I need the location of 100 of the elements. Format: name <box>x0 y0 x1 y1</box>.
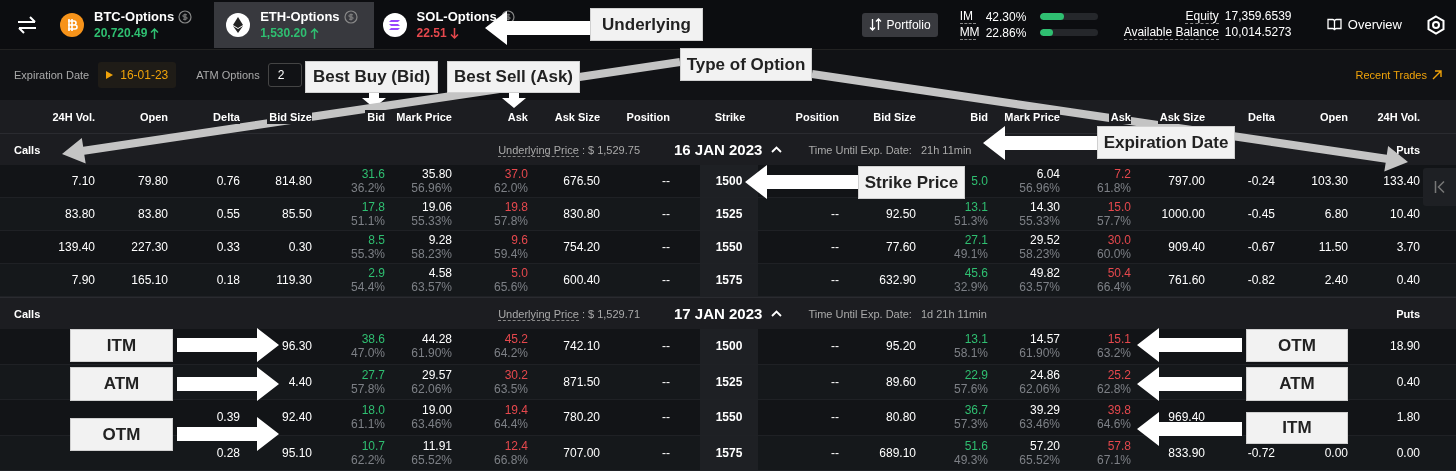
mark-price[interactable]: 44.28 <box>421 332 452 347</box>
callout-label: Underlying <box>590 8 703 41</box>
portfolio-button[interactable]: Portfolio <box>861 12 938 37</box>
callout-label: OTM <box>1246 329 1348 362</box>
table-cell: 780.20 <box>563 410 600 425</box>
mark-price[interactable]: 4.58 <box>428 266 452 280</box>
table-cell: 676.50 <box>563 174 600 188</box>
time-until-expiry-value: 1d 21h 11min <box>920 307 987 320</box>
underlying-tab[interactable]: ETH-Options 1,530.20 <box>214 1 374 48</box>
ask-price[interactable]: 15.1 <box>1107 332 1131 347</box>
column-header: Ask <box>1108 110 1131 124</box>
table-cell: 871.50 <box>563 374 600 389</box>
chevron-up-icon[interactable] <box>771 146 783 153</box>
ask-price[interactable]: 7.2 <box>1114 167 1131 181</box>
overview-button[interactable]: Overview <box>1320 16 1408 33</box>
underlying-tab[interactable]: SOL-Options 22.51 <box>379 1 531 48</box>
bid-price[interactable]: 18.0 <box>361 403 385 418</box>
coin-icon <box>60 12 84 37</box>
ask-price[interactable]: 50.4 <box>1107 266 1131 280</box>
mark-price[interactable]: 39.29 <box>1029 403 1060 418</box>
table-cell: -- <box>831 374 839 389</box>
bid-price[interactable]: 31.6 <box>361 167 385 181</box>
column-header: 24H Vol. <box>50 110 95 124</box>
mark-price[interactable]: 57.20 <box>1029 438 1060 453</box>
implied-volatility: 62.2% <box>350 452 385 467</box>
mark-price[interactable]: 29.52 <box>1029 233 1060 247</box>
bid-price[interactable]: 13.1 <box>964 332 988 347</box>
bid-price[interactable]: 5.0 <box>971 174 988 188</box>
table-cell: -0.82 <box>1247 273 1275 287</box>
puts-label: Puts <box>1396 143 1420 156</box>
bid-price[interactable]: 13.1 <box>964 200 988 214</box>
mark-price[interactable]: 9.28 <box>428 233 452 247</box>
table-cell: 4.40 <box>288 374 312 389</box>
underlying-price-label: Underlying Price <box>498 143 579 157</box>
bid-price[interactable]: 27.7 <box>361 367 385 382</box>
implied-volatility: 61.8% <box>1096 181 1131 195</box>
settings-icon[interactable] <box>1426 14 1446 35</box>
atm-options-input[interactable]: 2 <box>267 63 302 87</box>
expiration-dropdown[interactable]: 16-01-23 <box>98 62 177 88</box>
bid-price[interactable]: 8.5 <box>368 233 385 247</box>
book-icon <box>1326 18 1342 31</box>
implied-volatility: 55.33% <box>411 214 452 228</box>
underlying-price-label: Underlying Price <box>498 307 579 321</box>
table-cell: 0.39 <box>216 410 240 425</box>
underlying-price-value: : $ 1,529.71 <box>581 307 640 320</box>
mark-price[interactable]: 6.04 <box>1036 167 1060 181</box>
implied-volatility: 65.6% <box>493 280 528 294</box>
bid-price[interactable]: 17.8 <box>361 200 385 214</box>
underlying-tab[interactable]: BTC-Options 20,720.49 <box>57 1 209 48</box>
ask-price[interactable]: 39.8 <box>1107 403 1131 418</box>
bid-price[interactable]: 51.6 <box>964 438 988 453</box>
ask-price[interactable]: 19.8 <box>504 200 528 214</box>
implied-volatility: 51.3% <box>953 214 988 228</box>
mark-price[interactable]: 35.80 <box>421 167 452 181</box>
ask-price[interactable]: 30.0 <box>1107 233 1131 247</box>
bid-price[interactable]: 36.7 <box>964 403 988 418</box>
ask-price[interactable]: 45.2 <box>504 332 528 347</box>
dollar-coin-icon <box>178 9 193 24</box>
implied-volatility: 60.0% <box>1096 247 1131 261</box>
coin-icon <box>382 12 407 37</box>
bid-price[interactable]: 22.9 <box>964 367 988 382</box>
column-header: Bid Size <box>267 110 312 124</box>
implied-volatility: 62.8% <box>1096 381 1131 396</box>
callout-label: OTM <box>70 418 173 451</box>
ask-price[interactable]: 57.8 <box>1107 438 1131 453</box>
ask-price[interactable]: 30.2 <box>504 367 528 382</box>
mark-price[interactable]: 19.00 <box>421 403 452 418</box>
mark-price[interactable]: 14.30 <box>1029 200 1060 214</box>
bid-price[interactable]: 27.1 <box>964 233 988 247</box>
column-header: Mark Price <box>394 110 452 124</box>
ask-price[interactable]: 37.0 <box>504 167 528 181</box>
ask-price[interactable]: 25.2 <box>1107 367 1131 382</box>
mark-price[interactable]: 29.57 <box>421 367 452 382</box>
bid-price[interactable]: 45.6 <box>964 266 988 280</box>
bid-price[interactable]: 2.9 <box>368 266 385 280</box>
ask-price[interactable]: 15.0 <box>1107 200 1131 214</box>
implied-volatility: 66.4% <box>1096 280 1131 294</box>
mark-price[interactable]: 49.82 <box>1029 266 1060 280</box>
mark-price[interactable]: 19.06 <box>421 200 452 214</box>
table-cell: 689.10 <box>879 445 916 460</box>
ask-price[interactable]: 5.0 <box>511 266 528 280</box>
ask-price[interactable]: 12.4 <box>504 438 528 453</box>
chevron-up-icon[interactable] <box>771 310 783 317</box>
swap-icon[interactable] <box>16 15 38 34</box>
bid-price[interactable]: 10.7 <box>361 438 385 453</box>
mark-price[interactable]: 11.91 <box>422 438 452 453</box>
table-cell: 83.80 <box>137 207 168 221</box>
implied-volatility: 63.46% <box>1019 417 1060 432</box>
mark-price[interactable]: 24.86 <box>1029 367 1060 382</box>
recent-trades-link[interactable]: Recent Trades <box>1355 69 1442 81</box>
table-cell: 133.40 <box>1383 174 1420 188</box>
ask-price[interactable]: 19.4 <box>504 403 528 418</box>
implied-volatility: 61.1% <box>350 417 385 432</box>
bid-price[interactable]: 38.6 <box>361 332 385 347</box>
collapse-button[interactable] <box>1423 168 1456 206</box>
mark-price[interactable]: 14.57 <box>1029 332 1060 347</box>
ask-price[interactable]: 9.6 <box>511 233 528 247</box>
table-cell: -- <box>662 339 670 354</box>
down-arrow-icon <box>449 27 459 39</box>
implied-volatility: 49.1% <box>953 247 988 261</box>
